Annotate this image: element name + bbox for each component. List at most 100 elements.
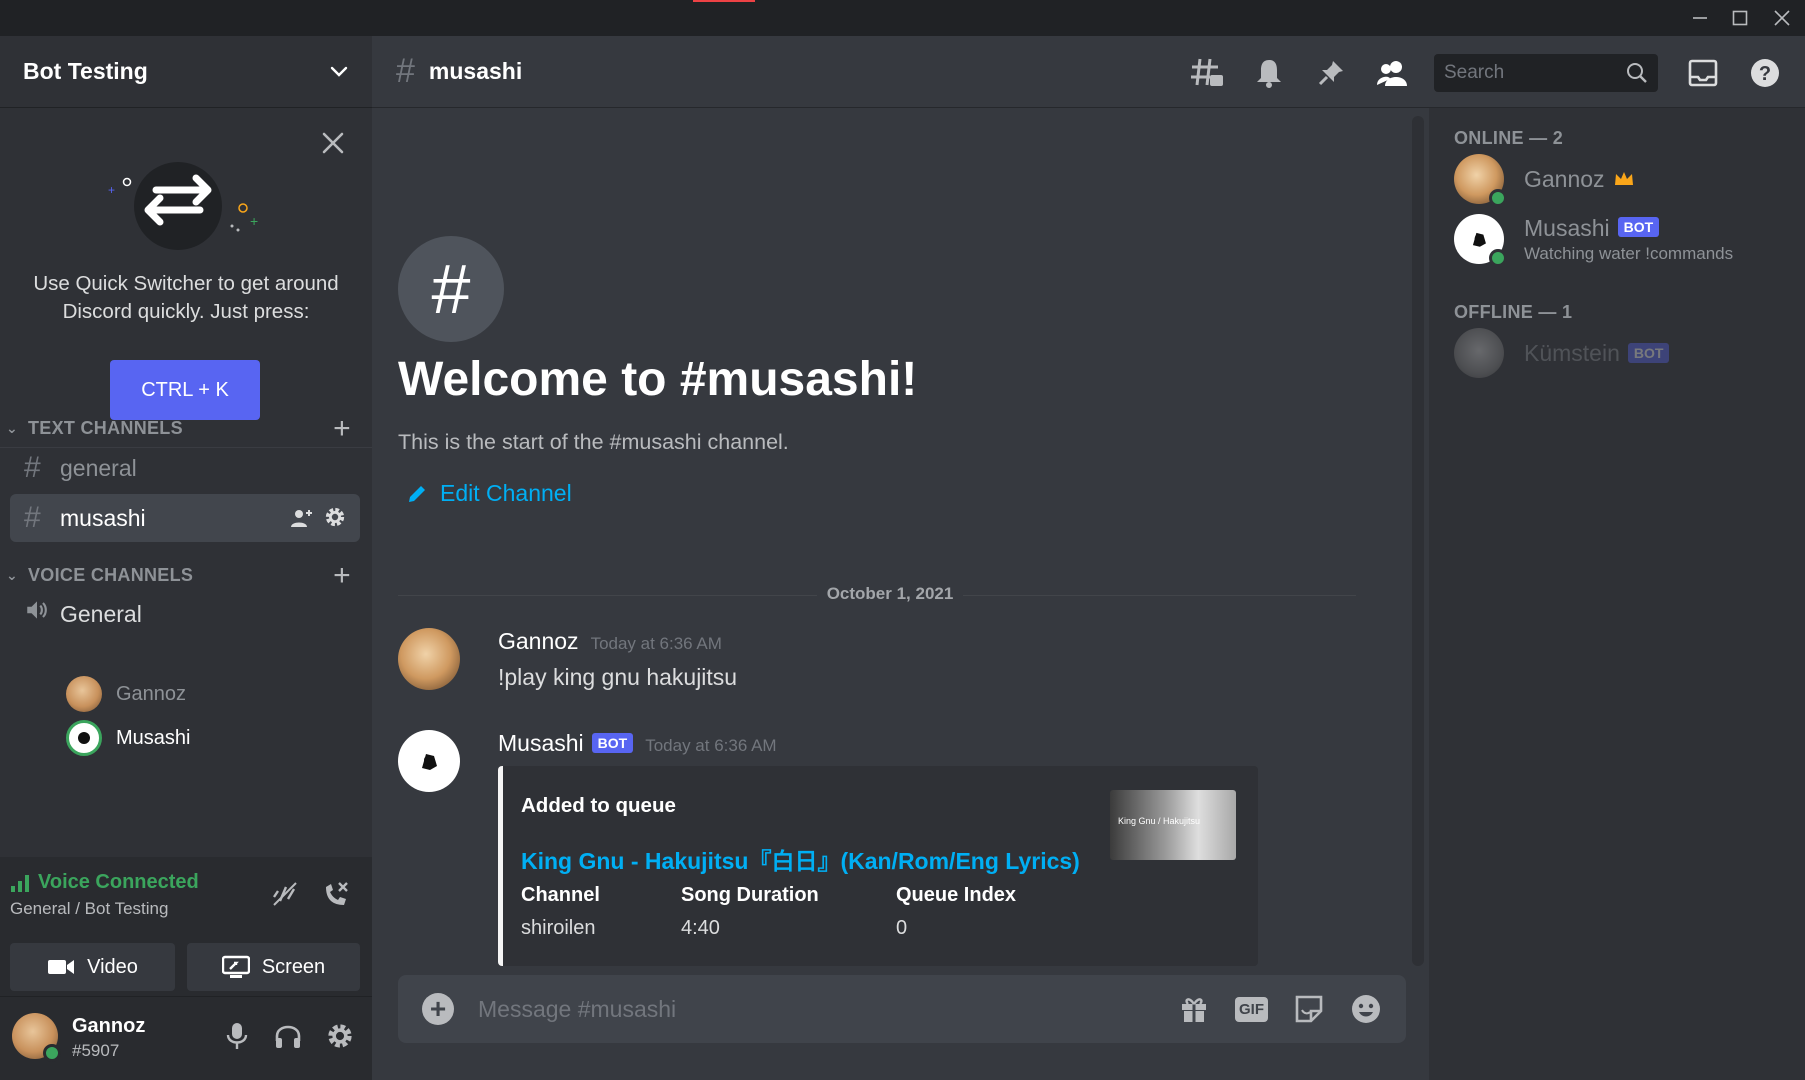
embed-title: Added to queue — [521, 794, 676, 817]
guild-header[interactable]: Bot Testing — [0, 36, 372, 108]
category-voice-channels[interactable]: ⌄ VOICE CHANNELS + — [6, 560, 351, 590]
voice-user-name: Gannoz — [116, 682, 187, 705]
category-label: TEXT CHANNELS — [28, 418, 183, 438]
embed-thumbnail[interactable]: King Gnu / Hakujitsu — [1110, 790, 1236, 860]
help-icon[interactable]: ? — [1747, 55, 1783, 91]
member-kumstein[interactable]: Kümstein BOT — [1454, 326, 1670, 380]
microphone-icon[interactable] — [224, 1021, 250, 1051]
maximize-icon[interactable] — [1720, 4, 1760, 32]
gif-icon[interactable]: GIF — [1235, 996, 1268, 1022]
embed-field-value: shiroilen — [521, 917, 596, 939]
message-embed: Added to queue King Gnu - Hakujitsu『白日』(… — [498, 766, 1258, 966]
message-input[interactable]: Message #musashi — [478, 996, 1179, 1023]
embed-link[interactable]: King Gnu - Hakujitsu『白日』(Kan/Rom/Eng Lyr… — [521, 842, 1080, 876]
avatar — [1454, 214, 1507, 267]
member-list-icon[interactable] — [1375, 55, 1411, 91]
screen-share-icon — [221, 955, 250, 978]
voice-status-label: Voice Connected — [38, 871, 199, 893]
gift-icon[interactable] — [1179, 994, 1209, 1024]
bot-badge: BOT — [1627, 343, 1670, 363]
minimize-icon[interactable] — [1680, 4, 1720, 32]
embed-field: Song Duration 4:40 — [681, 884, 819, 940]
inbox-icon[interactable] — [1685, 55, 1721, 91]
channel-musashi[interactable]: # musashi — [10, 494, 360, 542]
avatar[interactable] — [398, 730, 460, 792]
quick-switcher-shortcut-button[interactable]: CTRL + K — [110, 360, 260, 420]
message[interactable]: Musashi BOT Today at 6:36 AM Added to qu… — [398, 730, 1378, 980]
video-button[interactable]: Video — [10, 943, 175, 991]
voice-location[interactable]: General / Bot Testing — [10, 899, 168, 919]
username: Gannoz — [72, 1015, 146, 1037]
invite-icon[interactable] — [290, 506, 314, 530]
welcome-subtitle: This is the start of the #musashi channe… — [398, 430, 789, 454]
member-gannoz[interactable]: Gannoz — [1454, 152, 1635, 207]
screen-label: Screen — [261, 955, 326, 978]
voice-channel-general[interactable]: General — [10, 590, 360, 638]
notification-marker — [693, 0, 755, 2]
member-category-offline: OFFLINE — 1 — [1454, 302, 1573, 322]
close-icon[interactable] — [320, 130, 346, 156]
notification-bell-icon[interactable] — [1251, 55, 1287, 91]
date-divider-label: October 1, 2021 — [816, 584, 964, 603]
headphones-icon[interactable] — [274, 1021, 302, 1051]
channel-general[interactable]: # general — [10, 444, 360, 492]
voice-user-musashi[interactable]: Musashi — [66, 716, 190, 760]
message-author[interactable]: Gannoz — [498, 628, 579, 655]
message[interactable]: Gannoz Today at 6:36 AM !play king gnu h… — [398, 628, 1378, 698]
chevron-down-icon: ⌄ — [6, 420, 19, 436]
noise-suppression-icon[interactable] — [270, 879, 300, 909]
search-bar[interactable]: Search — [1434, 54, 1658, 92]
avatar — [1454, 154, 1507, 207]
quick-switcher-tip: + + Use Quick Switcher to get around Dis… — [0, 108, 372, 448]
member-category-online: ONLINE — 2 — [1454, 128, 1564, 148]
screen-share-button[interactable]: Screen — [187, 943, 360, 991]
member-list: ONLINE — 2 Gannoz Musashi BOT Watching w… — [1429, 108, 1805, 1080]
voice-user-gannoz[interactable]: Gannoz — [66, 672, 186, 716]
chevron-down-icon: ⌄ — [6, 567, 19, 583]
embed-field-name: Song Duration — [681, 884, 819, 906]
embed-field-name: Queue Index — [896, 884, 1017, 906]
avatar[interactable] — [12, 1013, 61, 1062]
add-channel-icon[interactable]: + — [333, 413, 351, 443]
video-label: Video — [87, 955, 138, 978]
emoji-icon[interactable] — [1350, 993, 1382, 1025]
category-text-channels[interactable]: ⌄ TEXT CHANNELS + — [6, 413, 351, 443]
camera-icon — [48, 960, 75, 974]
chevron-down-icon — [330, 66, 348, 77]
disconnect-icon[interactable] — [320, 879, 350, 909]
avatar — [66, 720, 102, 756]
close-icon[interactable] — [1762, 4, 1802, 32]
voice-user-name: Musashi — [116, 726, 191, 749]
gear-icon[interactable] — [326, 1021, 354, 1051]
avatar[interactable] — [398, 628, 460, 690]
edit-channel-link[interactable]: Edit Channel — [406, 480, 572, 507]
user-panel: Gannoz #5907 — [0, 997, 372, 1080]
gear-icon[interactable] — [324, 506, 346, 528]
chat-area: # musashi Search ? # Welcome to #musashi… — [372, 36, 1805, 1080]
online-status-dot — [43, 1044, 61, 1062]
message-composer[interactable]: + Message #musashi GIF — [398, 975, 1406, 1043]
voice-status[interactable]: Voice Connected — [10, 871, 199, 894]
threads-icon[interactable] — [1189, 55, 1225, 91]
search-icon — [1627, 63, 1647, 83]
pin-icon[interactable] — [1313, 55, 1349, 91]
svg-text:+: + — [108, 183, 115, 197]
add-attachment-icon[interactable]: + — [422, 993, 454, 1025]
message-author[interactable]: Musashi — [498, 730, 584, 757]
member-musashi[interactable]: Musashi BOT Watching water !commands — [1454, 212, 1734, 267]
channel-name: musashi — [60, 504, 146, 531]
bot-badge: BOT — [1617, 217, 1660, 237]
add-channel-icon[interactable]: + — [333, 560, 351, 590]
sticker-icon[interactable] — [1294, 994, 1324, 1024]
hashtag-icon: # — [24, 501, 41, 534]
window-titlebar — [0, 0, 1805, 36]
svg-text:?: ? — [1759, 63, 1771, 85]
member-activity: Watching water !commands — [1524, 243, 1734, 263]
embed-field-value: 0 — [896, 917, 908, 939]
welcome-title: Welcome to #musashi! — [398, 353, 918, 406]
quick-switcher-text: Use Quick Switcher to get around Discord… — [33, 272, 339, 323]
scrollbar[interactable] — [1412, 116, 1424, 966]
svg-text:+: + — [250, 213, 258, 229]
embed-field: Queue Index 0 — [896, 884, 1016, 940]
signal-icon — [11, 874, 29, 892]
